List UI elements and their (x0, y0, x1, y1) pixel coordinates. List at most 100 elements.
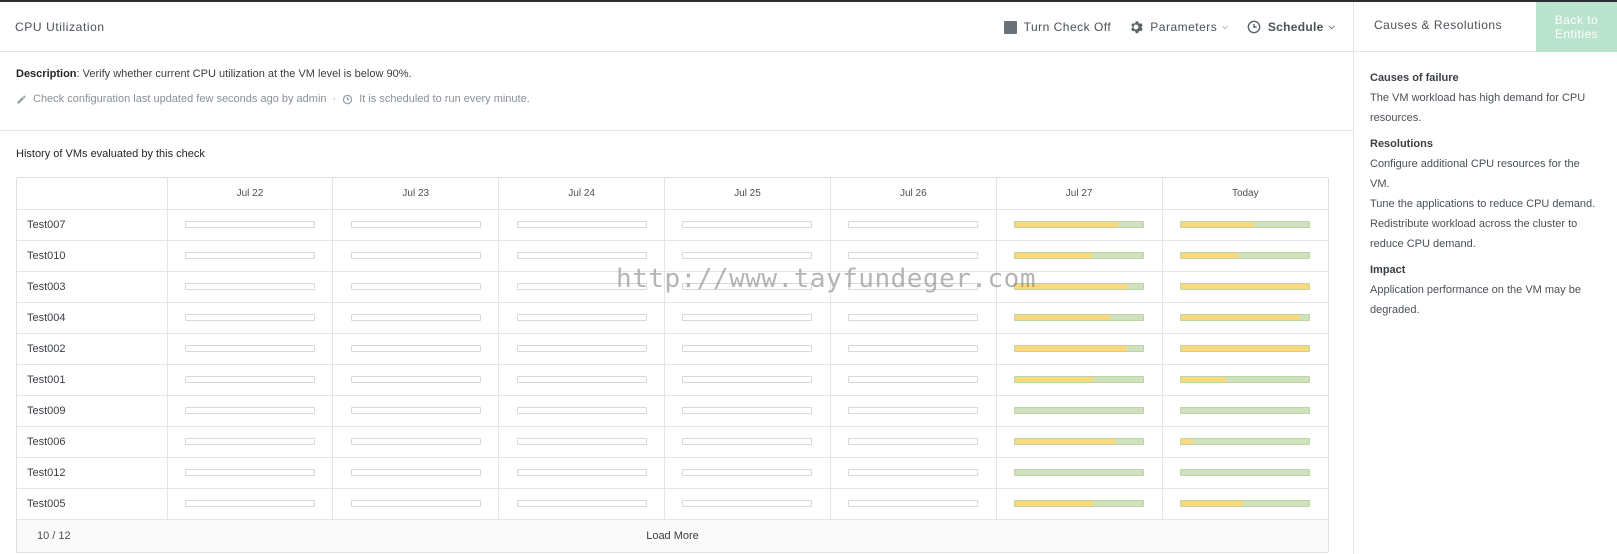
status-bar[interactable] (1180, 376, 1311, 383)
status-bar[interactable] (184, 252, 315, 259)
table-row[interactable]: Test009 (17, 395, 1328, 427)
status-bar[interactable] (848, 314, 979, 321)
status-bar[interactable] (516, 314, 647, 321)
status-bar[interactable] (184, 438, 315, 445)
panel-header: Causes & Resolutions Back to Entities (1354, 2, 1617, 52)
status-bar[interactable] (682, 252, 813, 259)
status-bar[interactable] (682, 438, 813, 445)
status-bar[interactable] (1180, 407, 1311, 414)
table-row[interactable]: Test005 (17, 488, 1328, 520)
status-bar[interactable] (1014, 500, 1145, 507)
status-bar[interactable] (848, 438, 979, 445)
status-bar[interactable] (350, 376, 481, 383)
status-bar[interactable] (184, 221, 315, 228)
status-bar[interactable] (1180, 252, 1311, 259)
status-bar[interactable] (350, 469, 481, 476)
status-bar[interactable] (682, 283, 813, 290)
vm-name: Test007 (17, 209, 168, 241)
status-bar[interactable] (516, 252, 647, 259)
status-bar[interactable] (848, 407, 979, 414)
history-cell (332, 240, 500, 272)
status-bar[interactable] (516, 221, 647, 228)
status-bar[interactable] (1014, 469, 1145, 476)
status-bar[interactable] (682, 376, 813, 383)
status-bar[interactable] (848, 221, 979, 228)
history-cell (498, 302, 666, 334)
status-bar[interactable] (682, 407, 813, 414)
status-bar[interactable] (682, 221, 813, 228)
status-bar[interactable] (184, 500, 315, 507)
table-row[interactable]: Test007 (17, 209, 1328, 241)
status-bar[interactable] (682, 314, 813, 321)
history-cell (167, 209, 334, 241)
status-bar[interactable] (184, 469, 315, 476)
back-to-entities-button[interactable]: Back to Entities (1536, 2, 1617, 52)
status-bar[interactable] (848, 500, 979, 507)
status-bar[interactable] (682, 469, 813, 476)
status-bar[interactable] (516, 345, 647, 352)
status-bar[interactable] (1014, 407, 1145, 414)
status-bar[interactable] (682, 500, 813, 507)
schedule-dropdown[interactable]: Schedule ⌵ (1247, 20, 1335, 34)
status-bar[interactable] (184, 407, 315, 414)
history-cell (167, 333, 334, 365)
status-bar[interactable] (350, 407, 481, 414)
status-bar[interactable] (516, 500, 647, 507)
status-bar[interactable] (184, 314, 315, 321)
table-row[interactable]: Test010 (17, 240, 1328, 272)
warning-fill (1015, 439, 1115, 444)
turn-check-off-button[interactable]: Turn Check Off (1003, 20, 1112, 34)
status-bar[interactable] (1014, 345, 1145, 352)
status-bar[interactable] (516, 469, 647, 476)
status-bar[interactable] (184, 345, 315, 352)
status-bar[interactable] (1180, 438, 1311, 445)
history-cell (664, 395, 831, 427)
status-bar[interactable] (1180, 345, 1311, 352)
status-bar[interactable] (1180, 221, 1311, 228)
status-bar[interactable] (682, 345, 813, 352)
history-cell (996, 395, 1163, 427)
status-bar[interactable] (516, 283, 647, 290)
status-bar[interactable] (350, 500, 481, 507)
status-bar[interactable] (1014, 252, 1145, 259)
status-bar[interactable] (350, 221, 481, 228)
status-bar[interactable] (848, 469, 979, 476)
status-bar[interactable] (1180, 283, 1311, 290)
history-cell (664, 457, 831, 489)
history-cell (664, 271, 831, 303)
status-bar[interactable] (848, 283, 979, 290)
status-bar[interactable] (1014, 376, 1145, 383)
status-bar[interactable] (1014, 283, 1145, 290)
table-row[interactable]: Test002 (17, 333, 1328, 365)
status-bar[interactable] (848, 376, 979, 383)
status-bar[interactable] (350, 283, 481, 290)
status-bar[interactable] (1180, 500, 1311, 507)
status-bar[interactable] (184, 283, 315, 290)
status-bar[interactable] (1014, 221, 1145, 228)
load-more-button[interactable]: Load More (646, 530, 699, 542)
history-cell (996, 364, 1163, 396)
status-bar[interactable] (516, 376, 647, 383)
parameters-dropdown[interactable]: Parameters ⌵ (1129, 20, 1229, 34)
history-cell (167, 488, 334, 520)
status-bar[interactable] (848, 345, 979, 352)
warning-fill (1181, 439, 1193, 444)
status-bar[interactable] (848, 252, 979, 259)
status-bar[interactable] (350, 438, 481, 445)
status-bar[interactable] (350, 252, 481, 259)
status-bar[interactable] (350, 314, 481, 321)
status-bar[interactable] (184, 376, 315, 383)
table-row[interactable]: Test004 (17, 302, 1328, 334)
status-bar[interactable] (1014, 314, 1145, 321)
table-row[interactable]: Test001 (17, 364, 1328, 396)
history-cell (830, 426, 997, 458)
status-bar[interactable] (350, 345, 481, 352)
table-row[interactable]: Test012 (17, 457, 1328, 489)
status-bar[interactable] (1180, 469, 1311, 476)
status-bar[interactable] (516, 407, 647, 414)
table-row[interactable]: Test003 (17, 271, 1328, 303)
status-bar[interactable] (1180, 314, 1311, 321)
table-row[interactable]: Test006 (17, 426, 1328, 458)
status-bar[interactable] (516, 438, 647, 445)
status-bar[interactable] (1014, 438, 1145, 445)
